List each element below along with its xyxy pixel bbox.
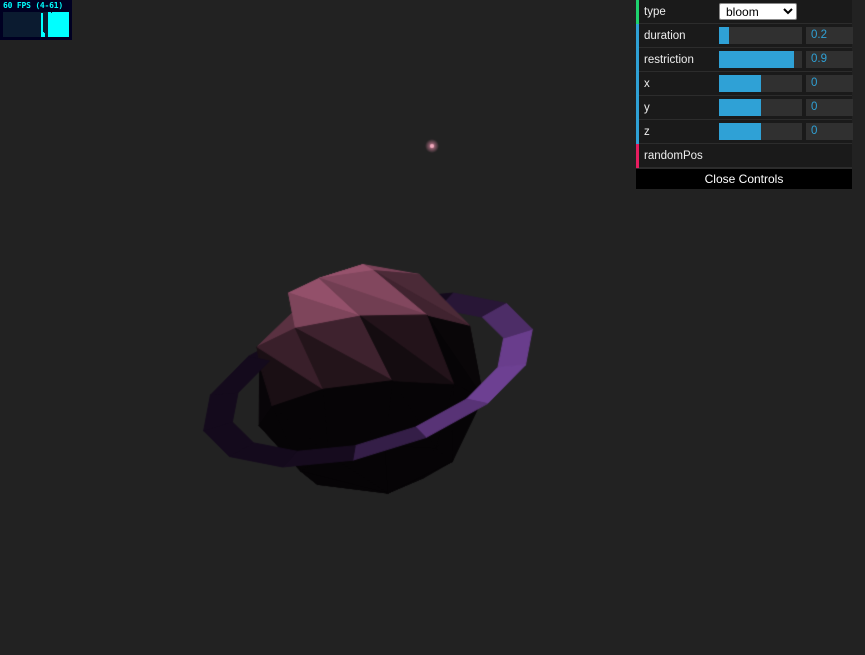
gui-controls-list: typebloomnoneglitchfilmdotScreenrgbShift… (636, 0, 852, 168)
slider-value-z[interactable]: 0 (806, 123, 853, 140)
gui-row-duration[interactable]: duration 0.2 (636, 24, 852, 48)
slider-wrap-z: 0 (717, 120, 853, 144)
gui-row-type[interactable]: typebloomnoneglitchfilmdotScreenrgbShift (636, 0, 852, 24)
gui-property-label-restriction: restriction (639, 48, 717, 72)
gui-control-type: bloomnoneglitchfilmdotScreenrgbShift (717, 0, 852, 24)
slider-wrap-y: 0 (717, 96, 853, 120)
slider-value-duration[interactable]: 0.2 (806, 27, 853, 44)
fps-graph-bar (68, 12, 69, 37)
slider-fill-restriction (719, 51, 794, 68)
close-controls-button[interactable]: Close Controls (636, 168, 852, 189)
slider-fill-z (719, 123, 761, 140)
gui-property-label-type: type (639, 0, 717, 24)
gui-property-label-z: z (639, 120, 717, 144)
slider-value-restriction[interactable]: 0.9 (806, 51, 853, 68)
gui-control-randomPos (777, 144, 852, 168)
gui-control-restriction: 0.9 (717, 48, 853, 72)
gui-property-label-x: x (639, 72, 717, 96)
gui-row-y[interactable]: y0 (636, 96, 852, 120)
slider-track-z[interactable] (719, 123, 802, 140)
gui-row-x[interactable]: x0 (636, 72, 852, 96)
slider-wrap-restriction: 0.9 (717, 48, 853, 72)
slider-track-y[interactable] (719, 99, 802, 116)
slider-value-x[interactable]: 0 (806, 75, 853, 92)
fps-graph (3, 12, 69, 37)
slider-track-x[interactable] (719, 75, 802, 92)
gui-property-label-duration: duration (639, 24, 717, 48)
slider-track-duration[interactable] (719, 27, 802, 44)
fps-graph-bar (44, 33, 45, 37)
gui-property-label-randomPos[interactable]: randomPos (639, 144, 777, 168)
fps-label: 60 FPS (4-61) (3, 1, 63, 10)
app-root: 60 FPS (4-61) typebloomnoneglitchfilmdot… (0, 0, 865, 655)
gui-row-z[interactable]: z0 (636, 120, 852, 144)
gui-row-randomPos[interactable]: randomPos (636, 144, 852, 168)
slider-track-restriction[interactable] (719, 51, 802, 68)
gui-control-z: 0 (717, 120, 853, 144)
slider-fill-duration (719, 27, 729, 44)
gui-control-x: 0 (717, 72, 853, 96)
slider-fill-y (719, 99, 761, 116)
slider-wrap-x: 0 (717, 72, 853, 96)
dat-gui-panel[interactable]: typebloomnoneglitchfilmdotScreenrgbShift… (636, 0, 852, 189)
gui-row-restriction[interactable]: restriction 0.9 (636, 48, 852, 72)
gui-control-y: 0 (717, 96, 853, 120)
fps-stats-panel[interactable]: 60 FPS (4-61) (0, 0, 72, 40)
select-type[interactable]: bloomnoneglitchfilmdotScreenrgbShift (719, 3, 797, 20)
slider-value-y[interactable]: 0 (806, 99, 853, 116)
slider-fill-x (719, 75, 761, 92)
gui-property-label-y: y (639, 96, 717, 120)
gui-control-duration: 0.2 (717, 24, 853, 48)
slider-wrap-duration: 0.2 (717, 24, 853, 48)
